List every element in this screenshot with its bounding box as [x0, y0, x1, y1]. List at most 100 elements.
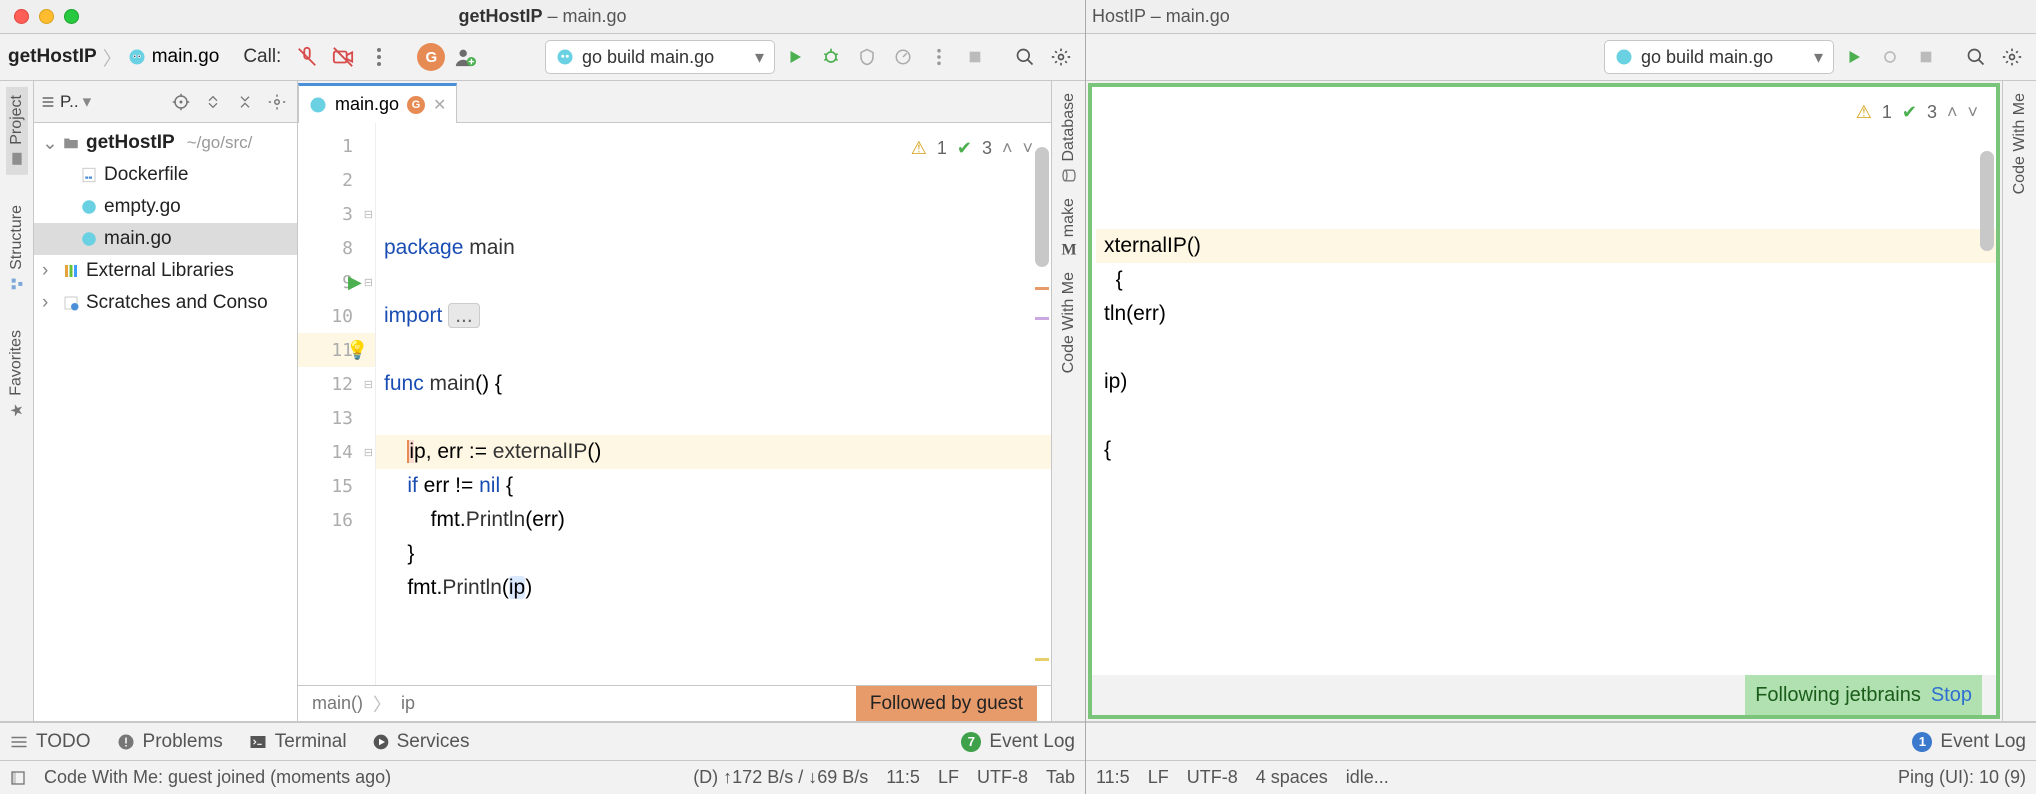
- code-with-me-tool-button[interactable]: Code With Me: [1058, 266, 1080, 379]
- status-encoding[interactable]: UTF-8: [977, 767, 1028, 788]
- add-user-icon[interactable]: [449, 41, 481, 73]
- tree-external-libraries[interactable]: › External Libraries: [34, 255, 297, 287]
- status-network[interactable]: (D) ↑172 B/s / ↓69 B/s: [693, 767, 868, 788]
- database-tool-button[interactable]: Database: [1058, 87, 1080, 190]
- go-file-icon: [80, 230, 98, 248]
- inspection-widget[interactable]: ⚠1 ✔3 ˄ ˅: [1856, 95, 1978, 129]
- tree-file-dockerfile[interactable]: Dockerfile: [34, 159, 297, 191]
- status-line-ending[interactable]: LF: [1148, 767, 1169, 788]
- code-editor[interactable]: ⚠1 ✔3 ˄ ˅ xternalIP() {tln(err) ip) {: [1092, 87, 1996, 675]
- code-editor[interactable]: 123⊟89▶⊟1011💡12⊟1314⊟1516 ⚠1 ✔3 ˄ ˅ pack…: [298, 123, 1051, 685]
- stop-button: [1910, 41, 1942, 73]
- run-config-select[interactable]: go build main.go ▾: [1604, 40, 1834, 74]
- tree-scratches[interactable]: › Scratches and Conso: [34, 287, 297, 319]
- editor-scrollbar[interactable]: [1035, 127, 1049, 681]
- followed-by-banner[interactable]: Followed by guest: [856, 686, 1037, 721]
- make-tool-button[interactable]: M make: [1058, 194, 1080, 262]
- status-ping[interactable]: Ping (UI): 10 (9): [1898, 767, 2026, 788]
- tree-file-main-go[interactable]: main.go: [34, 223, 297, 255]
- host-window: getHostIP – main.go getHostIP 〉 main.go …: [0, 0, 1086, 794]
- more-run-icon[interactable]: [923, 41, 955, 73]
- guest-avatar[interactable]: G: [417, 43, 445, 71]
- bottom-tool-bar: 1 Event Log: [1086, 722, 2036, 760]
- run-button[interactable]: [779, 41, 811, 73]
- inspection-widget[interactable]: ⚠1 ✔3 ˄ ˅: [911, 131, 1033, 165]
- following-banner: Following jetbrains Stop: [1745, 675, 1982, 715]
- titlebar: getHostIP – main.go: [0, 0, 1085, 34]
- panel-settings-icon[interactable]: [263, 88, 291, 116]
- more-vert-icon[interactable]: [363, 41, 395, 73]
- search-everywhere-icon[interactable]: [1009, 41, 1041, 73]
- checkmark-icon: ✔: [957, 131, 972, 165]
- todo-tool-button[interactable]: TODO: [10, 731, 91, 753]
- chevron-up-icon[interactable]: ˄: [1002, 131, 1013, 165]
- problems-tool-button[interactable]: Problems: [117, 731, 223, 753]
- event-count-badge: 1: [1912, 732, 1932, 752]
- tool-window-toggle-icon[interactable]: [10, 770, 26, 786]
- main-toolbar: getHostIP 〉 main.go Call: G go build mai…: [0, 34, 1085, 81]
- chevron-up-icon[interactable]: ˄: [1947, 95, 1958, 129]
- tree-file-empty-go[interactable]: empty.go: [34, 191, 297, 223]
- editor-gutter[interactable]: 123⊟89▶⊟1011💡12⊟1314⊟1516: [298, 123, 376, 685]
- editor-scrollbar[interactable]: [1980, 91, 1994, 671]
- run-config-select[interactable]: go build main.go ▾: [545, 40, 775, 74]
- close-tab-icon[interactable]: ✕: [433, 95, 446, 115]
- services-tool-button[interactable]: Services: [373, 731, 470, 753]
- status-idle: idle...: [1346, 767, 1389, 788]
- window-title: HostIP – main.go: [1086, 6, 2036, 27]
- camera-off-icon[interactable]: [327, 41, 359, 73]
- locate-icon[interactable]: [167, 88, 195, 116]
- status-caret-pos[interactable]: 11:5: [1096, 767, 1130, 788]
- search-everywhere-icon[interactable]: [1960, 41, 1992, 73]
- guest-window: HostIP – main.go go build main.go ▾ ⚠1 ✔…: [1086, 0, 2036, 794]
- breadcrumb-func[interactable]: main(): [312, 693, 363, 714]
- folder-icon: [62, 134, 80, 152]
- project-view-select[interactable]: P..▾: [40, 92, 91, 112]
- collapse-all-icon[interactable]: [231, 88, 259, 116]
- stop-following-link[interactable]: Stop: [1931, 684, 1972, 707]
- favorites-tool-button[interactable]: ★ Favorites: [5, 322, 28, 429]
- nav-breadcrumb[interactable]: getHostIP 〉 main.go: [8, 44, 219, 71]
- warning-icon: ⚠: [1856, 95, 1872, 129]
- editor-tab-main-go[interactable]: main.go G ✕: [298, 83, 457, 123]
- database-icon: [1061, 168, 1077, 184]
- coverage-button[interactable]: [851, 41, 883, 73]
- code-with-me-tool-button[interactable]: Code With Me: [2009, 87, 2031, 200]
- mic-off-icon[interactable]: [291, 41, 323, 73]
- status-indent[interactable]: Tab: [1046, 767, 1075, 788]
- editor-area: main.go G ✕ 123⊟89▶⊟1011💡12⊟1314⊟1516 ⚠1…: [298, 81, 1051, 721]
- following-frame: ⚠1 ✔3 ˄ ˅ xternalIP() {tln(err) ip) { Fo…: [1088, 83, 2000, 719]
- main-area: Project Structure ★ Favorites P..▾: [0, 81, 1085, 722]
- guest-edit-badge: G: [407, 96, 425, 114]
- go-file-icon: [309, 96, 327, 114]
- code-content[interactable]: ⚠1 ✔3 ˄ ˅ package main import ... func m…: [376, 123, 1051, 685]
- terminal-tool-button[interactable]: Terminal: [249, 731, 347, 753]
- main-toolbar: go build main.go ▾: [1086, 34, 2036, 81]
- debug-button: [1874, 41, 1906, 73]
- event-log-button[interactable]: 1 Event Log: [1912, 731, 2026, 753]
- status-indent[interactable]: 4 spaces: [1256, 767, 1328, 788]
- code-content[interactable]: ⚠1 ✔3 ˄ ˅ xternalIP() {tln(err) ip) {: [1092, 87, 1996, 675]
- expand-all-icon[interactable]: [199, 88, 227, 116]
- titlebar: HostIP – main.go: [1086, 0, 2036, 34]
- chevron-down-icon[interactable]: ˅: [1022, 131, 1033, 165]
- breadcrumb-var[interactable]: ip: [401, 693, 415, 714]
- chevron-down-icon[interactable]: ˅: [1967, 95, 1978, 129]
- status-caret-pos[interactable]: 11:5: [886, 767, 920, 788]
- status-encoding[interactable]: UTF-8: [1187, 767, 1238, 788]
- tree-root[interactable]: ⌄ getHostIP ~/go/src/: [34, 127, 297, 159]
- call-label: Call:: [243, 46, 281, 68]
- status-line-ending[interactable]: LF: [938, 767, 959, 788]
- settings-icon[interactable]: [1996, 41, 2028, 73]
- profile-button[interactable]: [887, 41, 919, 73]
- status-message: Code With Me: guest joined (moments ago): [44, 767, 391, 788]
- event-count-badge: 7: [961, 732, 981, 752]
- debug-button[interactable]: [815, 41, 847, 73]
- left-tool-rail: Project Structure ★ Favorites: [0, 81, 34, 721]
- structure-tool-button[interactable]: Structure: [6, 197, 28, 300]
- run-button[interactable]: [1838, 41, 1870, 73]
- settings-icon[interactable]: [1045, 41, 1077, 73]
- event-log-button[interactable]: 7 Event Log: [961, 731, 1075, 753]
- project-tool-button[interactable]: Project: [6, 87, 28, 175]
- project-tree[interactable]: ⌄ getHostIP ~/go/src/ Dockerfile empty.g…: [34, 123, 297, 721]
